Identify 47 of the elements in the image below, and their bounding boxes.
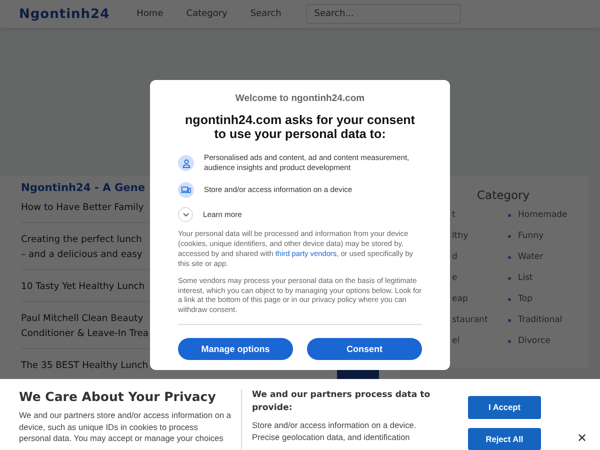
manage-options-button[interactable]: Manage options [178,338,293,360]
reject-button[interactable]: Reject All [468,428,541,450]
accept-button[interactable]: I Accept [468,396,541,418]
nav-link[interactable]: Home [136,9,164,19]
article-link[interactable]: Paul Mitchell Clean Beauty Conditioner & Leave-In Trea [21,311,148,341]
devices-icon [181,186,191,194]
banner-text: We and our partners store and/or access information on a device, such as unique IDs in cookies to process personal data. You may accept or manage your choices [19,410,232,444]
category-item[interactable]: Water [508,250,588,264]
category-item[interactable]: lthy [452,229,468,243]
category-item[interactable]: el [452,334,460,348]
category-item[interactable]: Divorce [508,334,588,348]
bullet-icon [508,234,511,238]
category-item[interactable]: Top [508,292,588,306]
nav-link[interactable]: Category [186,9,228,19]
category-item[interactable]: Funny [508,229,588,243]
site-logo[interactable]: Ngontinh24 [19,6,110,22]
banner-subtitle: We and our partners process data to provide: [252,389,432,415]
banner-text: Store and/or access information on a device. Precise geolocation data, and identification [252,420,418,443]
nav-link[interactable]: Search [250,9,282,19]
bullet-icon [508,214,511,216]
consent-button[interactable]: Consent [307,338,422,360]
chevron-icon [178,207,193,222]
bullet-icon [508,298,511,300]
dialog-welcome: Welcome to ngontinh24.com [234,93,366,104]
category-item[interactable]: staurant [452,313,488,327]
close-button[interactable]: ✕ [577,432,587,444]
bullet-icon [508,318,511,322]
bullet-icon [508,276,511,280]
category-item[interactable]: Homemade [508,208,588,222]
search-field[interactable]: Search... [306,4,462,24]
article-link[interactable]: 10 Tasty Yet Healthy Lunch [21,279,145,294]
article-link[interactable]: How to Have Better Family [21,200,144,215]
article-link[interactable]: Creating the perfect lunch – and a delicious and easy [21,232,142,262]
category-item[interactable]: eap [452,292,468,306]
person-icon [182,158,190,168]
section-title: Ngontinh24 - A Gene [21,182,146,194]
category-item[interactable]: t [452,208,456,222]
banner-title: We Care About Your Privacy [19,389,217,404]
category-item[interactable]: List [508,271,588,285]
article-link[interactable]: The 35 BEST Healthy Lunch [21,358,148,373]
category-item[interactable]: d [452,250,458,264]
bullet-icon [508,256,511,258]
bullet-icon [508,340,511,342]
dialog-heading: ngontinh24.com asks for your consent to use your personal data to: [184,113,416,141]
category-item[interactable]: e [452,271,458,285]
category-title: Category [477,188,530,202]
category-item[interactable]: Traditional [508,313,588,327]
